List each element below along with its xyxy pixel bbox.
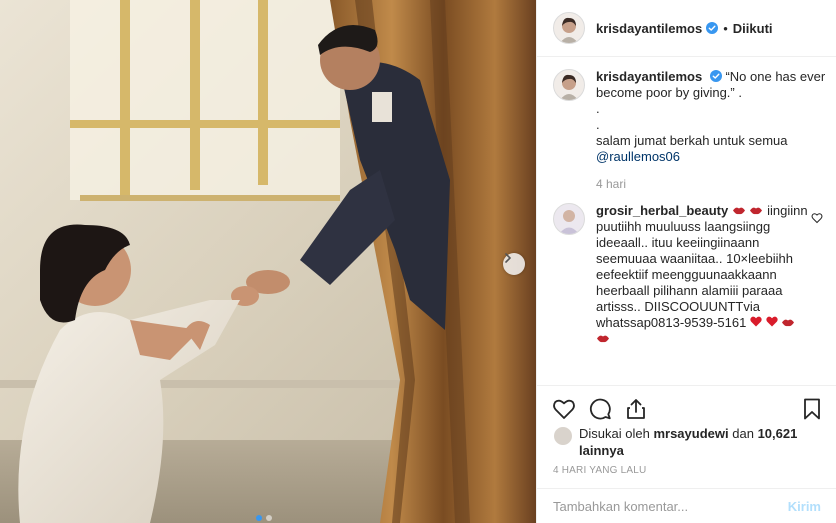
commenter-username[interactable]: grosir_herbal_beauty — [596, 203, 728, 218]
carousel-indicator — [256, 515, 272, 521]
avatar-image — [560, 17, 578, 43]
comment-icon — [589, 398, 611, 419]
caption-avatar[interactable] — [553, 69, 585, 101]
verified-badge-icon — [709, 70, 722, 82]
likes-connector: dan — [732, 426, 754, 441]
post-header: krisdayantilemos • Diikuti — [537, 0, 836, 57]
follow-status-button[interactable]: Diikuti — [733, 21, 773, 36]
chevron-right-icon — [505, 253, 511, 263]
lips-icon — [596, 331, 610, 346]
author-username[interactable]: krisdayantilemos — [596, 21, 702, 36]
share-button[interactable] — [623, 396, 649, 422]
likes-count: 10,621 — [757, 426, 798, 441]
caption-username[interactable]: krisdayantilemos — [596, 69, 702, 84]
share-icon — [627, 398, 645, 419]
bookmark-icon — [804, 398, 820, 419]
carousel-dot — [266, 515, 272, 521]
caption-age: 4 hari — [596, 177, 627, 191]
post-comment-button[interactable]: Kirim — [788, 499, 821, 514]
caption: krisdayantilemos “No one has ever become… — [553, 69, 831, 165]
caption-line-3: . — [596, 117, 600, 132]
commenter-avatar[interactable] — [553, 203, 585, 235]
instagram-post: krisdayantilemos • Diikuti krisdayantile… — [0, 0, 836, 523]
carousel-dot-active — [256, 515, 262, 521]
post-photo[interactable] — [0, 0, 536, 523]
red-heart-icon — [750, 315, 766, 330]
photo-illustration — [0, 0, 536, 523]
carousel-next-button[interactable] — [503, 253, 525, 275]
avatar-image — [560, 74, 578, 100]
verified-badge-icon — [706, 22, 719, 34]
heart-icon — [553, 399, 575, 419]
caption-mention-link[interactable]: @raullemos06 — [596, 149, 831, 165]
red-heart-icon — [765, 315, 782, 330]
save-button[interactable] — [799, 396, 825, 422]
caption-text: krisdayantilemos “No one has ever become… — [596, 69, 831, 165]
caption-line-2: . — [596, 101, 600, 116]
liker-username[interactable]: mrsayudewi — [653, 426, 728, 441]
lips-icon — [732, 203, 750, 218]
avatar-image — [559, 210, 579, 234]
comment-composer: Kirim — [537, 488, 836, 523]
post-timestamp[interactable]: 4 HARI YANG LALU — [553, 465, 646, 476]
comments-list[interactable]: krisdayantilemos “No one has ever become… — [553, 69, 831, 388]
author-avatar[interactable] — [553, 12, 585, 44]
lips-icon — [749, 203, 767, 218]
comment-like-heart-icon[interactable] — [811, 212, 823, 224]
caption-line-4: salam jumat berkah untuk semua — [596, 133, 788, 148]
likes-text: Disukai oleh mrsayudewi dan 10,621 lainn… — [579, 425, 823, 459]
comment-item: grosir_herbal_beauty iingiinn puutiihh m… — [553, 203, 831, 347]
likes-prefix: Disukai oleh — [579, 426, 650, 441]
comment-text: grosir_herbal_beauty iingiinn puutiihh m… — [596, 203, 811, 347]
post-side-panel: krisdayantilemos • Diikuti krisdayantile… — [536, 0, 836, 523]
like-button[interactable] — [551, 396, 577, 422]
comment-button[interactable] — [587, 396, 613, 422]
comment-body: iingiinn puutiihh muuluuss laangsiingg i… — [596, 203, 808, 330]
liker-avatar[interactable] — [553, 426, 573, 446]
header-separator: • — [723, 20, 728, 36]
likes-suffix: lainnya — [579, 443, 624, 458]
lips-icon — [781, 315, 795, 330]
likes-summary: Disukai oleh mrsayudewi dan 10,621 lainn… — [553, 425, 823, 459]
comment-input[interactable] — [553, 498, 788, 514]
